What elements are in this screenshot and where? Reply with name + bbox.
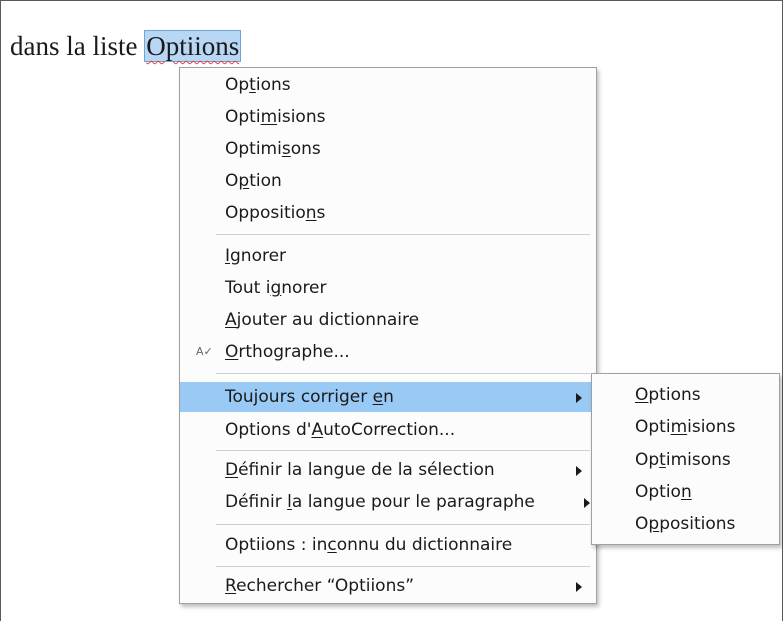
set-language-selection-item[interactable]: Définir la langue de la sélection: [180, 455, 596, 485]
set-language-paragraph-item[interactable]: Définir la langue pour le paragraphe: [180, 487, 596, 517]
ignore-all-item[interactable]: Tout ignorer: [180, 273, 596, 303]
add-to-dictionary-item[interactable]: Ajouter au dictionnaire: [180, 305, 596, 335]
submenu-arrow-icon: [576, 582, 582, 592]
spelling-item[interactable]: A✓ Orthographe...: [180, 337, 596, 367]
menu-separator: [216, 373, 590, 374]
autocorrect-options-item[interactable]: Options d'AutoCorrection...: [180, 415, 596, 445]
menu-separator: [216, 234, 590, 235]
spelling-check-icon: A✓: [196, 345, 213, 358]
suggestion-optimisions[interactable]: Optimisions: [180, 102, 596, 132]
search-item[interactable]: Rechercher “Optiions”: [180, 571, 596, 601]
text-prefix: dans la liste: [10, 31, 145, 61]
suggestion-optimisons[interactable]: Optimisons: [180, 134, 596, 164]
menu-separator: [216, 524, 590, 525]
misspelled-word-selection[interactable]: Optiions: [144, 30, 242, 62]
suggestion-oppositions[interactable]: Oppositions: [180, 198, 596, 228]
submenu-arrow-icon: [576, 466, 582, 476]
submenu-item-optimisons[interactable]: Optimisons: [592, 444, 779, 476]
submenu-item-options[interactable]: Options: [592, 379, 779, 411]
autocorrect-submenu: Options Optimisions Optimisons Option Op…: [591, 373, 780, 545]
suggestion-options[interactable]: Options: [180, 70, 596, 100]
submenu-arrow-icon: [584, 498, 590, 508]
submenu-item-option[interactable]: Option: [592, 476, 779, 508]
spelling-context-menu: Options Optimisions Optimisons Option Op…: [179, 67, 597, 604]
submenu-item-oppositions[interactable]: Oppositions: [592, 508, 779, 540]
suggestion-option[interactable]: Option: [180, 166, 596, 196]
unknown-word-item: Optiions : inconnu du dictionnaire: [225, 535, 513, 555]
menu-separator: [216, 566, 590, 567]
document-text[interactable]: dans la liste Optiions: [10, 30, 242, 62]
ignore-item[interactable]: Ignorer: [180, 241, 596, 271]
always-correct-to-item[interactable]: Toujours corriger en: [180, 382, 596, 412]
menu-separator: [216, 450, 590, 451]
submenu-item-optimisions[interactable]: Optimisions: [592, 411, 779, 443]
submenu-arrow-icon: [576, 393, 582, 403]
